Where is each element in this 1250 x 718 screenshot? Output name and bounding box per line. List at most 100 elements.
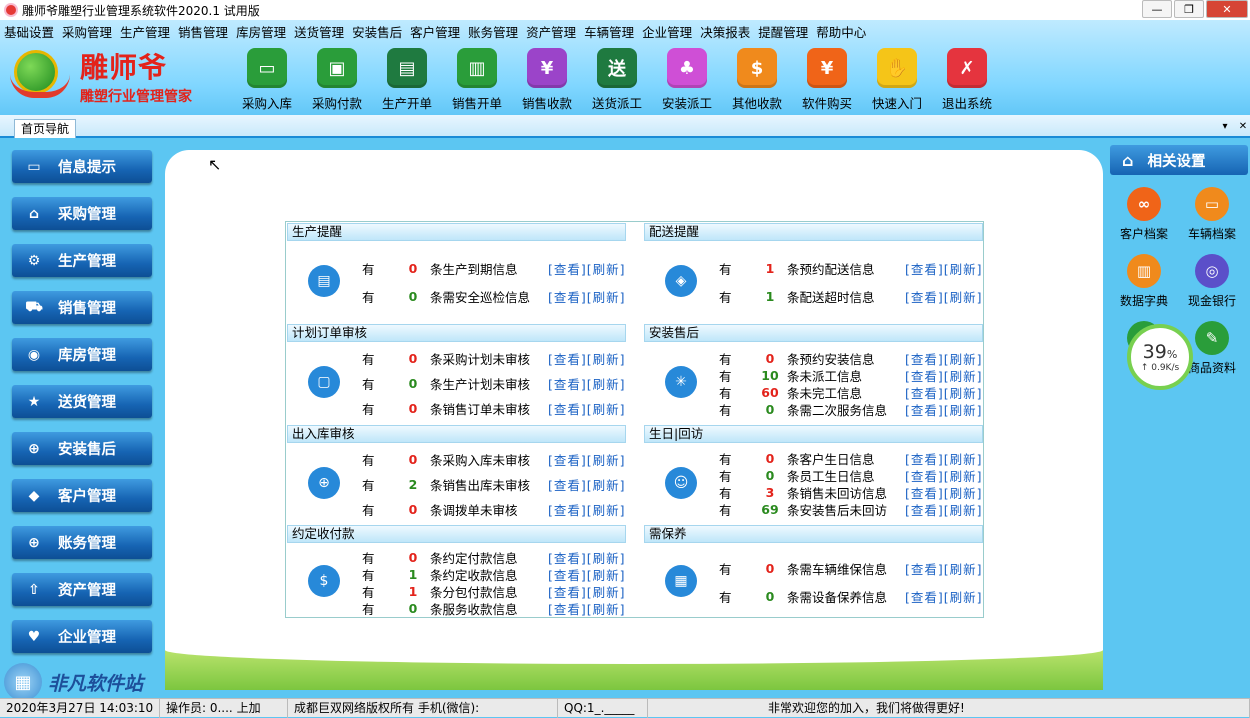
menu-item[interactable]: 安装售后 (348, 22, 406, 41)
row-text: 条销售出库未审核 (430, 477, 531, 493)
row-text: 条生产到期信息 (430, 262, 518, 277)
pen-icon: ✎ (1195, 321, 1229, 355)
view-link[interactable]: [查看] (548, 374, 587, 393)
toolbar-button-label: 退出系统 (941, 96, 992, 111)
toolbar-button[interactable]: ¥ 软件购买 (792, 48, 862, 112)
row-prefix: 有 (719, 562, 732, 577)
menu-item[interactable]: 车辆管理 (580, 22, 638, 41)
view-link[interactable]: [查看] (548, 475, 587, 494)
payment-icon: ▣ (317, 48, 357, 88)
sidebar-item[interactable]: ▭ 信息提示 (12, 150, 152, 183)
sidebar-item[interactable]: ⚙ 生产管理 (12, 244, 152, 277)
refresh-link[interactable]: [刷新] (944, 500, 983, 519)
refresh-link[interactable]: [刷新] (587, 287, 626, 306)
sidebar-item[interactable]: ♥ 企业管理 (12, 620, 152, 653)
section-title: 计划订单审核 (287, 324, 626, 342)
view-link[interactable]: [查看] (548, 287, 587, 306)
view-link[interactable]: [查看] (905, 587, 944, 606)
menu-item[interactable]: 生产管理 (116, 22, 174, 41)
refresh-link[interactable]: [刷新] (944, 400, 983, 419)
refresh-link[interactable]: [刷新] (587, 500, 626, 519)
sidebar-item[interactable]: ⛟ 销售管理 (12, 291, 152, 324)
view-link[interactable]: [查看] (905, 559, 944, 578)
network-speed-widget[interactable]: 39% ↑ 0.9K/s (1127, 324, 1193, 390)
menu-item[interactable]: 采购管理 (58, 22, 116, 41)
menu-item[interactable]: 决策报表 (696, 22, 754, 41)
tab-home-nav[interactable]: 首页导航 (14, 119, 77, 138)
menu-item[interactable]: 送货管理 (290, 22, 348, 41)
toolbar-button[interactable]: ♣ 安装派工 (652, 48, 722, 112)
reminder-row: 有 1 条预约配送信息 [查看] [刷新] (719, 259, 983, 278)
refresh-link[interactable]: [刷新] (944, 259, 983, 278)
view-link[interactable]: [查看] (905, 500, 944, 519)
row-text: 条需二次服务信息 (787, 402, 888, 418)
refresh-link[interactable]: [刷新] (944, 587, 983, 606)
toolbar-button[interactable]: ▤ 生产开单 (372, 48, 442, 112)
row-prefix: 有 (719, 262, 732, 277)
menu-item[interactable]: 客户管理 (406, 22, 464, 41)
toolbar-button[interactable]: ✋ 快速入门 (862, 48, 932, 112)
toolbar-button[interactable]: ▭ 采购入库 (232, 48, 302, 112)
view-link[interactable]: [查看] (548, 450, 587, 469)
sidebar-item[interactable]: ◆ 客户管理 (12, 479, 152, 512)
refresh-link[interactable]: [刷新] (587, 349, 626, 368)
sidebar-item[interactable]: ⇧ 资产管理 (12, 573, 152, 606)
row-count: 2 (408, 476, 418, 492)
refresh-link[interactable]: [刷新] (944, 287, 983, 306)
sidebar-item-label: 客户管理 (58, 489, 116, 505)
view-link[interactable]: [查看] (905, 287, 944, 306)
reminder-row: 有 0 条采购入库未审核 [查看] [刷新] (362, 450, 626, 469)
row-prefix: 有 (362, 601, 375, 617)
toolbar-button[interactable]: ✗ 退出系统 (932, 48, 1002, 112)
right-panel-title: 相关设置 (1147, 153, 1206, 170)
sidebar-item[interactable]: ⊕ 安装售后 (12, 432, 152, 465)
toolbar-button[interactable]: ▣ 采购付款 (302, 48, 372, 112)
menu-item[interactable]: 库房管理 (232, 22, 290, 41)
right-panel-item[interactable]: ∞ 客户档案 (1110, 187, 1178, 242)
view-link[interactable]: [查看] (548, 399, 587, 418)
toolbar-button[interactable]: ▥ 销售开单 (442, 48, 512, 112)
menu-item[interactable]: 资产管理 (522, 22, 580, 41)
tab-close-icon[interactable]: ✕ (1236, 119, 1250, 133)
refresh-link[interactable]: [刷新] (587, 475, 626, 494)
refresh-link[interactable]: [刷新] (944, 559, 983, 578)
right-panel-item[interactable]: ▥ 数据字典 (1110, 254, 1178, 309)
menu-item[interactable]: 账务管理 (464, 22, 522, 41)
minimize-button[interactable]: — (1142, 0, 1172, 18)
view-link[interactable]: [查看] (548, 599, 587, 618)
menu-item[interactable]: 销售管理 (174, 22, 232, 41)
menu-item[interactable]: 帮助中心 (812, 22, 870, 41)
right-panel-item[interactable]: ◎ 现金银行 (1178, 254, 1246, 309)
toolbar-button[interactable]: ¥ 销售收款 (512, 48, 582, 112)
watermark-logo-icon: ▦ (4, 663, 42, 701)
maximize-button[interactable]: ❐ (1174, 0, 1204, 18)
sidebar-item[interactable]: ◉ 库房管理 (12, 338, 152, 371)
refresh-link[interactable]: [刷新] (587, 450, 626, 469)
menu-item[interactable]: 提醒管理 (754, 22, 812, 41)
sidebar-item[interactable]: ⌂ 采购管理 (12, 197, 152, 230)
tab-dropdown-icon[interactable]: ▾ (1218, 119, 1232, 133)
sidebar-item[interactable]: ★ 送货管理 (12, 385, 152, 418)
sidebar-item[interactable]: ⊕ 账务管理 (12, 526, 152, 559)
view-link[interactable]: [查看] (905, 400, 944, 419)
close-button[interactable]: ✕ (1206, 0, 1248, 18)
view-link[interactable]: [查看] (548, 500, 587, 519)
view-link[interactable]: [查看] (548, 349, 587, 368)
toolbar-button-label: 安装派工 (661, 96, 712, 111)
refresh-link[interactable]: [刷新] (587, 599, 626, 618)
right-panel-item[interactable]: ▭ 车辆档案 (1178, 187, 1246, 242)
toolbar-button[interactable]: $ 其他收款 (722, 48, 792, 112)
toolbar-button[interactable]: 送送货派工 (582, 48, 652, 112)
refresh-link[interactable]: [刷新] (587, 399, 626, 418)
refresh-link[interactable]: [刷新] (587, 374, 626, 393)
menu-item[interactable]: 企业管理 (638, 22, 696, 41)
right-panel-item-label: 现金银行 (1187, 294, 1236, 308)
view-link[interactable]: [查看] (548, 259, 587, 278)
row-count: 3 (765, 485, 775, 500)
view-link[interactable]: [查看] (905, 259, 944, 278)
reminder-row: 有 0 条需二次服务信息 [查看] [刷新] (719, 400, 983, 419)
title-bar: 雕师爷雕塑行业管理系统软件2020.1 试用版 — ❐ ✕ (0, 0, 1250, 20)
home-icon: ⌂ (1122, 150, 1134, 170)
refresh-link[interactable]: [刷新] (587, 259, 626, 278)
menu-item[interactable]: 基础设置 (0, 22, 58, 41)
